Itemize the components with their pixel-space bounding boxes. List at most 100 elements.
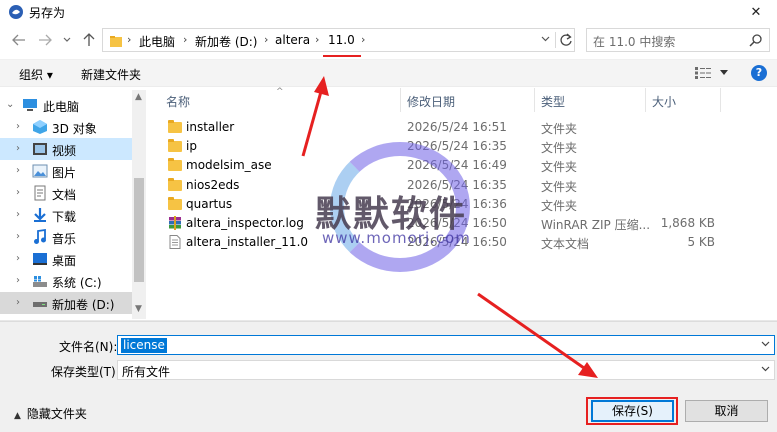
file-date: 2026/5/24 16:36 — [407, 197, 507, 211]
file-row[interactable]: altera_installer_11.0 2026/5/24 16:50 文本… — [164, 233, 764, 252]
file-type: 文件夹 — [541, 199, 578, 213]
tree-item-pictures[interactable]: › 图片 — [0, 160, 132, 182]
chevron-right-icon[interactable]: › — [16, 165, 20, 176]
tree-item-3d-objects[interactable]: › 3D 对象 — [0, 116, 132, 138]
tree-item-videos[interactable]: › 视频 — [0, 138, 132, 160]
drive-d-icon — [33, 302, 47, 307]
filename-input[interactable]: license — [117, 335, 775, 355]
file-date: 2026/5/24 16:49 — [407, 158, 507, 172]
recent-locations-button[interactable] — [60, 30, 74, 50]
up-arrow-icon — [83, 33, 95, 46]
close-button[interactable]: ✕ — [735, 0, 777, 24]
search-placeholder: 在 11.0 中搜索 — [593, 35, 676, 49]
navigation-scrollbar[interactable]: ▲ ▼ — [132, 90, 146, 319]
file-row[interactable]: quartus 2026/5/24 16:36 文件夹 — [164, 195, 764, 214]
file-name: altera_inspector.log — [186, 216, 304, 230]
tree-item-music[interactable]: › 音乐 — [0, 226, 132, 248]
breadcrumb-drive-d[interactable]: 新加卷 (D:) — [195, 33, 257, 50]
view-dropdown-icon[interactable] — [720, 70, 728, 75]
tree-item-this-pc[interactable]: ⌄ 此电脑 — [0, 94, 132, 116]
file-name: nios2eds — [186, 178, 240, 192]
breadcrumb-altera[interactable]: altera — [275, 33, 310, 47]
address-bar[interactable]: › 此电脑 › 新加卷 (D:) › altera › 11.0 › — [102, 28, 575, 52]
hide-folders-toggle[interactable]: ▲ 隐藏文件夹 — [14, 405, 87, 422]
help-icon[interactable]: ? — [751, 65, 767, 81]
tree-item-label: 文档 — [52, 188, 77, 202]
file-name: installer — [186, 120, 235, 134]
up-button[interactable] — [80, 30, 98, 50]
column-header-name[interactable]: 名称 — [166, 93, 190, 110]
search-input[interactable]: 在 11.0 中搜索 — [586, 28, 770, 52]
file-row[interactable]: ip 2026/5/24 16:35 文件夹 — [164, 137, 764, 156]
tree-item-downloads[interactable]: › 下载 — [0, 204, 132, 226]
new-folder-button[interactable]: 新建文件夹 — [81, 66, 141, 83]
file-type: 文件夹 — [541, 180, 578, 194]
scroll-down-icon[interactable]: ▼ — [135, 304, 142, 314]
file-name: quartus — [186, 197, 233, 211]
file-size: 5 KB — [687, 235, 715, 249]
chevron-down-icon[interactable] — [761, 366, 770, 372]
folder-icon — [168, 139, 182, 153]
column-divider[interactable] — [400, 88, 401, 112]
filetype-select[interactable]: 所有文件 — [117, 360, 775, 380]
drive-c-icon — [33, 276, 47, 287]
column-divider[interactable] — [645, 88, 646, 112]
pictures-icon — [32, 164, 48, 178]
file-row[interactable]: nios2eds 2026/5/24 16:35 文件夹 — [164, 176, 764, 195]
file-row[interactable]: modelsim_ase 2026/5/24 16:49 文件夹 — [164, 156, 764, 175]
file-type: 文本文档 — [541, 237, 590, 251]
file-row[interactable]: altera_inspector.log 2026/5/24 16:50 Win… — [164, 214, 764, 233]
column-header-date[interactable]: 修改日期 — [407, 93, 455, 110]
chevron-down-icon[interactable] — [761, 341, 770, 347]
save-form: 文件名(N): license 保存类型(T): 所有文件 ▲ 隐藏文件夹 保存(… — [0, 321, 777, 432]
tree-item-label: 此电脑 — [43, 100, 80, 114]
tree-item-desktop[interactable]: › 桌面 — [0, 248, 132, 270]
organize-button[interactable]: 组织 ▾ — [19, 66, 53, 83]
scroll-up-icon[interactable]: ▲ — [135, 92, 142, 102]
folder-icon — [168, 178, 182, 192]
chevron-expanded-icon[interactable]: ⌄ — [6, 99, 14, 110]
chevron-right-icon[interactable]: › — [16, 209, 20, 220]
annotation-underline — [323, 55, 361, 57]
tree-item-drive-c[interactable]: › 系统 (C:) — [0, 270, 132, 292]
tree-item-documents[interactable]: › 文档 — [0, 182, 132, 204]
view-options-icon[interactable] — [695, 67, 711, 79]
file-date: 2026/5/24 16:35 — [407, 139, 507, 153]
3d-objects-icon — [33, 120, 47, 134]
column-header-size[interactable]: 大小 — [652, 93, 676, 110]
chevron-down-icon[interactable] — [541, 36, 550, 42]
column-header-type[interactable]: 类型 — [541, 93, 565, 110]
hide-folders-label: 隐藏文件夹 — [26, 407, 87, 421]
scrollbar-thumb[interactable] — [134, 178, 144, 282]
column-divider[interactable] — [534, 88, 535, 112]
file-row[interactable]: installer 2026/5/24 16:51 文件夹 — [164, 118, 764, 137]
column-divider[interactable] — [720, 88, 721, 112]
file-name: ip — [186, 139, 197, 153]
chevron-right-icon[interactable]: › — [16, 187, 20, 198]
filename-value: license — [121, 338, 167, 353]
file-date: 2026/5/24 16:50 — [407, 216, 507, 230]
breadcrumb-separator-icon: › — [361, 33, 366, 46]
sort-ascending-icon: ^ — [276, 87, 284, 97]
chevron-right-icon[interactable]: › — [16, 297, 20, 308]
refresh-icon[interactable] — [559, 32, 573, 48]
chevron-right-icon[interactable]: › — [16, 275, 20, 286]
save-button[interactable]: 保存(S) — [591, 400, 674, 422]
folder-icon — [168, 120, 182, 134]
file-date: 2026/5/24 16:35 — [407, 178, 507, 192]
cancel-button[interactable]: 取消 — [685, 400, 768, 422]
back-button[interactable] — [10, 30, 28, 50]
tree-item-label: 系统 (C:) — [52, 276, 102, 290]
music-icon — [34, 229, 46, 244]
chevron-down-icon — [63, 37, 71, 42]
chevron-right-icon[interactable]: › — [16, 253, 20, 264]
breadcrumb-separator-icon: › — [315, 33, 320, 46]
chevron-right-icon[interactable]: › — [16, 143, 20, 154]
chevron-right-icon[interactable]: › — [16, 121, 20, 132]
forward-button[interactable] — [36, 30, 54, 50]
breadcrumb-current-folder[interactable]: 11.0 — [328, 33, 355, 47]
tree-item-drive-d[interactable]: › 新加卷 (D:) — [0, 292, 132, 314]
chevron-right-icon[interactable]: › — [16, 231, 20, 242]
breadcrumb-this-pc[interactable]: 此电脑 — [139, 33, 175, 50]
file-date: 2026/5/24 16:51 — [407, 120, 507, 134]
